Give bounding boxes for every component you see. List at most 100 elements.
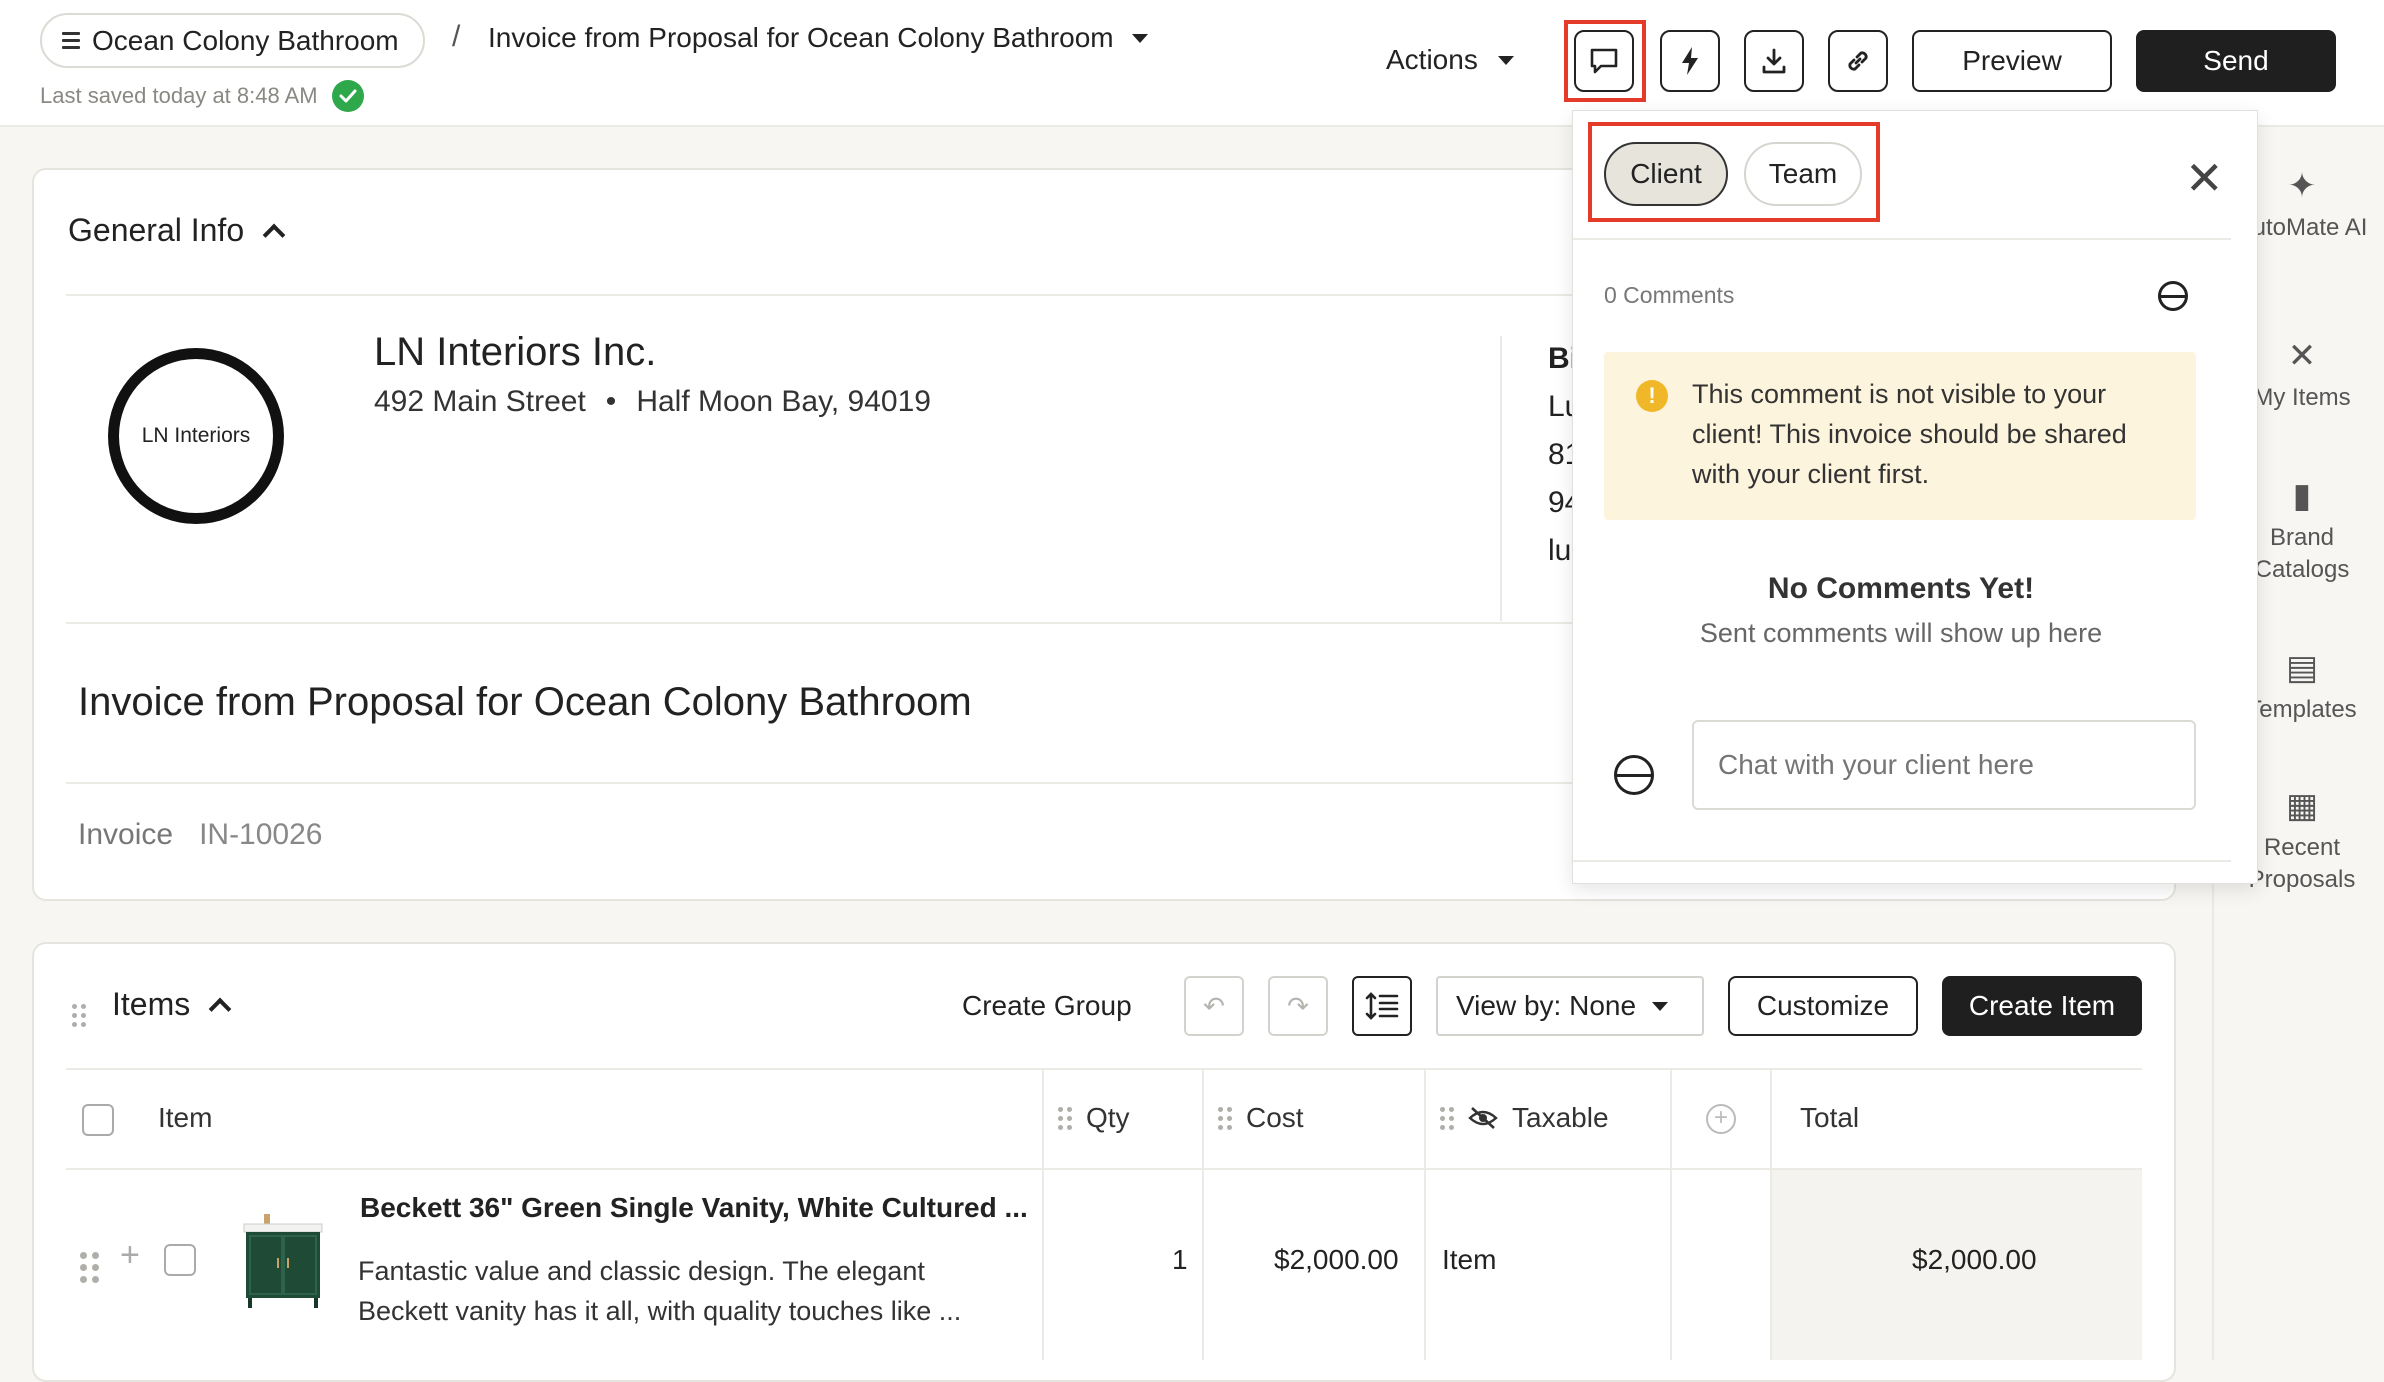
item-total: $2,000.00: [1912, 1244, 2037, 1275]
select-all-checkbox[interactable]: [82, 1104, 114, 1136]
download-icon: [1762, 48, 1786, 74]
item-qty[interactable]: 1: [1172, 1244, 1188, 1276]
undo-icon: ↶: [1203, 990, 1225, 1021]
qty-label: Qty: [1086, 1102, 1130, 1133]
chevron-up-icon: [262, 223, 286, 246]
automation-button[interactable]: [1660, 30, 1720, 92]
create-item-button[interactable]: Create Item: [1942, 976, 2142, 1036]
comment-count: 0 Comments: [1604, 282, 1735, 308]
general-info-header[interactable]: General Info: [68, 212, 286, 249]
create-group-button[interactable]: Create Group: [962, 990, 1132, 1022]
column-header-cost[interactable]: Cost: [1218, 1102, 1304, 1134]
drag-handle-icon: [1440, 1106, 1454, 1130]
divider: [66, 294, 1572, 296]
drag-handle-icon: [1218, 1106, 1232, 1130]
divider: [66, 782, 1572, 784]
close-icon[interactable]: ✕: [2185, 155, 2224, 201]
tab-team[interactable]: Team: [1744, 142, 1862, 206]
item-thumbnail[interactable]: [238, 1208, 328, 1312]
items-title: Items: [112, 986, 191, 1022]
redo-button[interactable]: ↷: [1268, 976, 1328, 1036]
eye-slash-icon[interactable]: [1468, 1106, 1498, 1130]
check-icon: [331, 80, 364, 112]
item-name[interactable]: Beckett 36" Green Single Vanity, White C…: [360, 1192, 1028, 1224]
city: Half Moon Bay, 94019: [636, 385, 931, 418]
comments-button[interactable]: [1574, 30, 1634, 92]
column-divider: [1042, 1068, 1044, 1360]
item-description: Fantastic value and classic design. The …: [358, 1256, 925, 1286]
comment-icon: [1590, 48, 1618, 74]
project-name: Ocean Colony Bathroom: [92, 24, 399, 56]
column-divider: [1202, 1068, 1204, 1360]
company-name: LN Interiors Inc.: [374, 330, 657, 374]
divider-vertical: [1500, 336, 1502, 621]
add-row-icon[interactable]: +: [120, 1236, 140, 1275]
add-column-icon[interactable]: +: [1706, 1104, 1736, 1134]
column-header-total: Total: [1800, 1102, 1860, 1133]
preview-button[interactable]: Preview: [1912, 30, 2112, 92]
column-header-qty[interactable]: Qty: [1058, 1102, 1130, 1134]
send-button[interactable]: Send: [2136, 30, 2336, 92]
rail-label: Recent Proposals: [2248, 834, 2356, 893]
general-info-title: General Info: [68, 212, 245, 248]
actions-label: Actions: [1386, 44, 1478, 75]
item-cost[interactable]: $2,000.00: [1274, 1244, 1399, 1276]
column-header-taxable[interactable]: Taxable: [1440, 1102, 1609, 1134]
empty-state-subtitle: Sent comments will show up here: [1699, 618, 2103, 648]
invoice-number[interactable]: IN-10026: [199, 818, 322, 852]
item-taxable[interactable]: Item: [1442, 1244, 1496, 1276]
warning-text: This comment is not visible to your clie…: [1692, 379, 2127, 489]
top-bar: Ocean Colony Bathroom / Invoice from Pro…: [0, 0, 2384, 127]
company-address: 492 Main Street • Half Moon Bay, 94019: [374, 385, 931, 419]
caret-down-icon: [1131, 33, 1148, 43]
rail-label: Brand Catalogs: [2254, 524, 2350, 583]
row-drag-handle-icon[interactable]: [80, 1246, 99, 1283]
drag-handle-icon: [1058, 1106, 1072, 1130]
empty-state-title: No Comments Yet!: [1767, 572, 2035, 605]
actions-menu[interactable]: Actions: [1386, 44, 1514, 76]
save-status: Last saved today at 8:48 AM: [40, 80, 364, 112]
company-logo: LN Interiors: [108, 348, 284, 524]
project-selector[interactable]: Ocean Colony Bathroom: [40, 13, 425, 68]
document-title-dropdown[interactable]: Invoice from Proposal for Ocean Colony B…: [488, 22, 1148, 54]
invoice-number-row: Invoice IN-10026: [78, 818, 322, 852]
line-spacing-button[interactable]: [1352, 976, 1412, 1036]
divider: [66, 1068, 2142, 1070]
avatar-icon[interactable]: [2158, 281, 2188, 311]
drag-handle-icon[interactable]: [72, 996, 86, 1027]
column-divider: [1670, 1068, 1672, 1360]
items-header[interactable]: Items: [112, 986, 232, 1023]
taxable-label: Taxable: [1512, 1102, 1609, 1133]
rail-label: Templates: [2247, 696, 2357, 723]
divider: [66, 1168, 2142, 1170]
download-button[interactable]: [1744, 30, 1804, 92]
invoice-title[interactable]: Invoice from Proposal for Ocean Colony B…: [78, 680, 972, 725]
caret-down-icon: [1652, 1001, 1669, 1011]
column-header-item: Item: [158, 1102, 213, 1133]
divider: [66, 622, 1572, 624]
divider: [1573, 860, 2231, 862]
column-divider: [1424, 1068, 1426, 1360]
share-link-button[interactable]: [1828, 30, 1888, 92]
menu-icon: [62, 32, 80, 49]
comment-input[interactable]: [1692, 720, 2196, 810]
divider: [1573, 238, 2231, 240]
user-avatar: [1614, 755, 1654, 795]
street: 492 Main Street: [374, 385, 586, 418]
caret-down-icon: [1497, 55, 1514, 65]
chevron-up-icon: [208, 997, 232, 1020]
saved-status-text: Last saved today at 8:48 AM: [40, 83, 318, 108]
rail-label: My Items: [2253, 384, 2351, 411]
address-separator: •: [605, 385, 617, 418]
item-description: Beckett vanity has it all, with quality …: [358, 1296, 962, 1326]
row-checkbox[interactable]: [164, 1244, 196, 1276]
vanity-image: [243, 1214, 323, 1308]
customize-button[interactable]: Customize: [1728, 976, 1918, 1036]
undo-button[interactable]: ↶: [1184, 976, 1244, 1036]
invoice-label: Invoice: [78, 818, 174, 851]
lightning-icon: [1682, 47, 1698, 75]
bill-to-line: lu: [1548, 534, 1572, 567]
view-by-select[interactable]: View by: None: [1436, 976, 1704, 1036]
link-icon: [1848, 51, 1868, 71]
tab-client[interactable]: Client: [1604, 142, 1728, 206]
